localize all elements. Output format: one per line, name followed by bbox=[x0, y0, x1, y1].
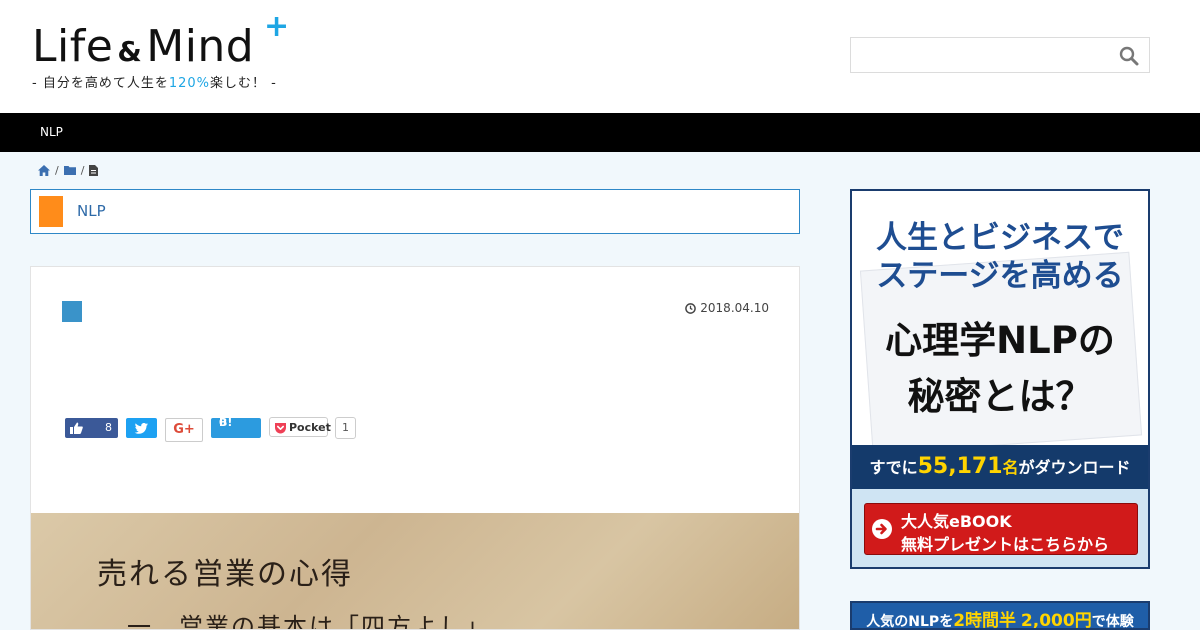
thumbs-up-icon bbox=[70, 422, 83, 434]
arrow-right-circle-icon bbox=[872, 519, 892, 539]
ad-cta-line2: 無料プレゼントはこちらから bbox=[901, 535, 1110, 554]
pocket-count: 1 bbox=[335, 417, 356, 439]
folder-icon[interactable] bbox=[63, 165, 76, 175]
article-card: 2018.04.10 8 G+ B! 0 Pocket 1 売れる営業の心得 一、… bbox=[30, 266, 800, 630]
site-tagline: - 自分を高めて人生を120%楽しむ！ - bbox=[32, 76, 277, 91]
global-nav: NLP bbox=[0, 113, 1200, 152]
category-heading: NLP bbox=[30, 189, 800, 234]
ad-bottom-area: 大人気eBOOK 無料プレゼントはこちらから bbox=[852, 489, 1148, 567]
pocket-button[interactable]: Pocket bbox=[269, 417, 331, 437]
ad-title-line2: 秘密とは？ bbox=[907, 375, 1093, 418]
google-plus-button[interactable]: G+ bbox=[165, 418, 203, 442]
breadcrumb: / / bbox=[38, 163, 99, 177]
search-input[interactable] bbox=[850, 37, 1150, 73]
facebook-like-button[interactable]: 8 bbox=[65, 418, 118, 438]
ad-headline-line2: ステージを高める bbox=[876, 258, 1124, 294]
ad-cta-button[interactable]: 大人気eBOOK 無料プレゼントはこちらから bbox=[864, 503, 1138, 555]
nav-item-nlp[interactable]: NLP bbox=[40, 125, 63, 139]
logo-plus: + bbox=[264, 9, 290, 44]
breadcrumb-separator: / bbox=[80, 163, 85, 177]
ad-headline-line1: 人生とビジネスで bbox=[876, 220, 1124, 256]
ebook-banner-ad[interactable]: 人生とビジネスで ステージを高める 心理学NLPの 秘密とは？ すでに55,17… bbox=[850, 189, 1150, 569]
ad-title-line1: 心理学NLPの bbox=[885, 319, 1115, 362]
category-label[interactable]: NLP bbox=[77, 202, 106, 220]
home-icon[interactable] bbox=[38, 164, 50, 176]
clock-icon bbox=[685, 302, 697, 314]
pocket-icon bbox=[275, 423, 286, 434]
ad-top-area: 人生とビジネスで ステージを高める 心理学NLPの 秘密とは？ bbox=[852, 191, 1148, 455]
twitter-share-button[interactable] bbox=[126, 418, 157, 438]
ad-download-count: すでに55,171名がダウンロード bbox=[852, 445, 1148, 489]
breadcrumb-separator: / bbox=[55, 163, 59, 177]
ad-cta-line1: 大人気eBOOK bbox=[901, 512, 1012, 531]
twitter-icon bbox=[134, 423, 148, 434]
article-hero-image: 売れる営業の心得 一、営業の基本は「四方よし」 bbox=[31, 513, 799, 630]
logo-text: Life &Mind bbox=[32, 21, 255, 72]
category-accent-bar bbox=[39, 196, 63, 227]
facebook-count: 8 bbox=[105, 421, 112, 434]
title-marker bbox=[62, 301, 82, 322]
post-date-text: 2018.04.10 bbox=[700, 301, 769, 315]
document-icon bbox=[89, 164, 99, 176]
pocket-label: Pocket bbox=[289, 421, 331, 434]
site-header: Life &Mind + - 自分を高めて人生を120%楽しむ！ - bbox=[0, 0, 1200, 113]
hatena-bookmark-button[interactable]: B! 0 bbox=[211, 416, 261, 438]
search-icon[interactable] bbox=[1119, 46, 1139, 66]
hero-text-line2: 一、営業の基本は「四方よし」 bbox=[127, 613, 491, 630]
post-date: 2018.04.10 bbox=[685, 301, 769, 315]
nlp-trial-banner-ad[interactable]: 人気のNLPを2時間半 2,000円で体験 bbox=[850, 601, 1150, 630]
hero-text-line1: 売れる営業の心得 bbox=[97, 557, 353, 592]
site-logo[interactable]: Life &Mind + bbox=[32, 12, 289, 72]
